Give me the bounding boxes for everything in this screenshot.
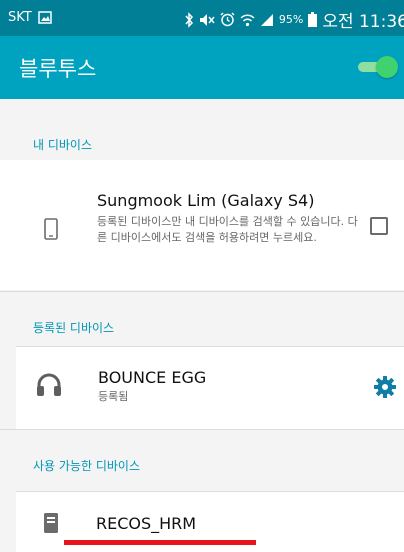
device-settings-gear-icon[interactable] bbox=[373, 375, 397, 403]
paired-section-header: 등록된 디바이스 bbox=[0, 291, 404, 348]
device-icon bbox=[44, 513, 58, 537]
paired-section-title: 등록된 디바이스 bbox=[33, 321, 115, 335]
status-time: 오전 11:36 bbox=[322, 12, 404, 32]
app-bar: 블루투스 bbox=[0, 36, 404, 99]
gallery-notification-icon bbox=[37, 11, 52, 24]
mute-status-icon bbox=[199, 13, 215, 27]
headphones-icon bbox=[36, 373, 62, 401]
page-title: 블루투스 bbox=[19, 57, 97, 81]
my-device-section-title: 내 디바이스 bbox=[33, 138, 93, 152]
visibility-checkbox[interactable] bbox=[370, 217, 388, 235]
bluetooth-settings-screen: SKT 95% 오전 11:36 블루투스 내 디바이스 Sungmook Li… bbox=[0, 0, 404, 552]
available-section-title: 사용 가능한 디바이스 bbox=[33, 459, 140, 473]
toggle-thumb bbox=[376, 56, 398, 78]
paired-device-status: 등록됨 bbox=[98, 390, 129, 403]
my-device-section-header: 내 디바이스 bbox=[0, 99, 404, 152]
carrier-label: SKT bbox=[8, 10, 32, 25]
highlight-underline bbox=[64, 540, 256, 545]
paired-device-name: BOUNCE EGG bbox=[98, 368, 207, 387]
battery-icon bbox=[308, 12, 318, 27]
my-device-row[interactable]: Sungmook Lim (Galaxy S4) 등록된 디바이스만 내 디바이… bbox=[0, 160, 404, 290]
bluetooth-toggle[interactable] bbox=[358, 56, 398, 78]
wifi-status-icon bbox=[240, 13, 255, 27]
my-device-description: 등록된 디바이스만 내 디바이스를 검색할 수 있습니다. 다른 디바이스에서도… bbox=[97, 215, 358, 244]
alarm-status-icon bbox=[220, 12, 235, 27]
available-device-name: RECOS_HRM bbox=[96, 514, 197, 533]
battery-percent: 95% bbox=[278, 13, 304, 26]
paired-device-row[interactable]: BOUNCE EGG 등록됨 bbox=[16, 346, 404, 429]
phone-icon bbox=[44, 218, 58, 244]
bluetooth-status-icon bbox=[184, 11, 194, 28]
signal-status-icon bbox=[260, 13, 274, 27]
my-device-name: Sungmook Lim (Galaxy S4) bbox=[97, 191, 315, 210]
status-left: SKT bbox=[8, 10, 52, 25]
available-section-header: 사용 가능한 디바이스 bbox=[0, 429, 404, 493]
status-right: 95% 오전 11:36 bbox=[184, 7, 404, 32]
status-bar: SKT 95% 오전 11:36 bbox=[0, 0, 404, 36]
